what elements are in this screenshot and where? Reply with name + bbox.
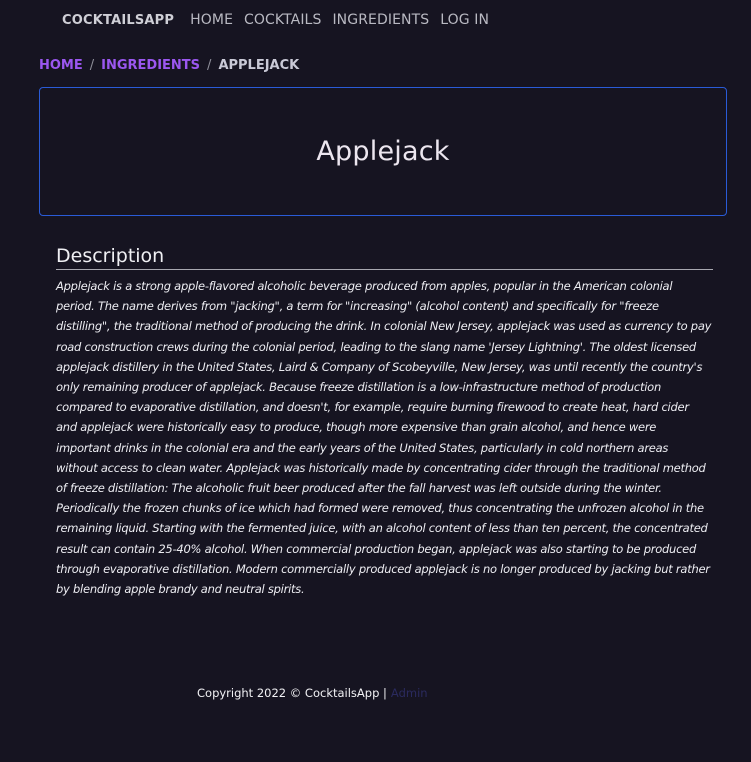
nav-link-home[interactable]: HOME: [190, 12, 233, 28]
breadcrumb-current: APPLEJACK: [218, 58, 300, 73]
breadcrumb-ingredients-link[interactable]: INGREDIENTS: [101, 58, 200, 73]
breadcrumb: HOME / INGREDIENTS / APPLEJACK: [39, 58, 299, 73]
admin-link[interactable]: Admin: [391, 686, 428, 700]
description-text: Applejack is a strong apple-flavored alc…: [56, 279, 712, 597]
copyright-text: Copyright 2022 © CocktailsApp |: [197, 686, 387, 700]
breadcrumb-separator: /: [89, 58, 95, 73]
top-navbar: COCKTAILSAPP HOME COCKTAILS INGREDIENTS …: [62, 11, 500, 29]
brand-logo-link[interactable]: COCKTAILSAPP: [62, 13, 174, 28]
page-title: Applejack: [316, 136, 450, 167]
description-section: Description Applejack is a strong apple-…: [56, 245, 713, 599]
footer: Copyright 2022 © CocktailsApp | Admin: [197, 686, 428, 700]
breadcrumb-home-link[interactable]: HOME: [39, 58, 83, 73]
nav-link-ingredients[interactable]: INGREDIENTS: [332, 12, 429, 28]
nav-link-cocktails[interactable]: COCKTAILS: [244, 12, 321, 28]
ingredient-title-card: Applejack: [39, 87, 727, 216]
breadcrumb-separator: /: [207, 58, 212, 73]
description-heading: Description: [56, 245, 713, 270]
nav-link-login[interactable]: LOG IN: [440, 12, 489, 28]
